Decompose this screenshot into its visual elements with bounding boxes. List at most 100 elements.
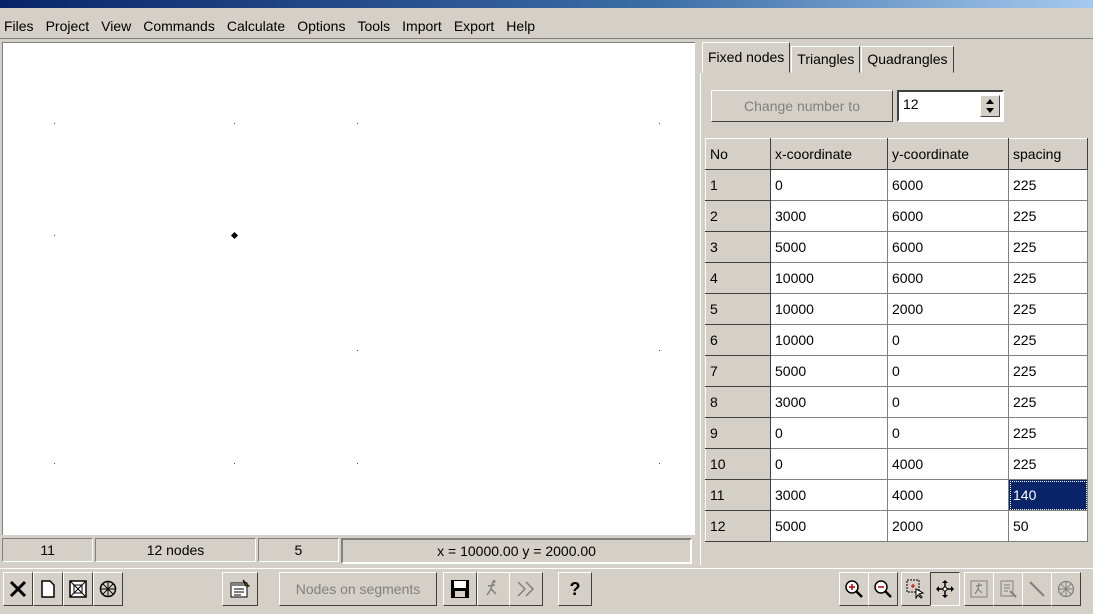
row-number: 3	[705, 231, 771, 263]
table-header-row: No x-coordinate y-coordinate spacing	[705, 138, 1088, 170]
row-number: 9	[705, 417, 771, 449]
cell-y[interactable]: 2000	[887, 510, 1009, 542]
cell-y[interactable]: 0	[887, 386, 1009, 418]
drawing-canvas[interactable]	[2, 42, 695, 535]
new-button[interactable]	[33, 572, 63, 606]
cell-y[interactable]: 0	[887, 355, 1009, 387]
run-button[interactable]	[477, 572, 511, 606]
help-button[interactable]: ?	[558, 572, 592, 606]
cell-x[interactable]: 5000	[770, 231, 888, 263]
cell-y[interactable]: 0	[887, 417, 1009, 449]
node-count-spinner[interactable]: 12	[897, 90, 1004, 122]
new-file-icon	[41, 580, 55, 598]
grid-button[interactable]	[63, 572, 93, 606]
cell-x[interactable]: 10000	[770, 324, 888, 356]
cell-spacing-selected[interactable]: 140	[1008, 479, 1088, 511]
row-number: 4	[705, 262, 771, 294]
next-button[interactable]	[509, 572, 543, 606]
cell-y[interactable]: 6000	[887, 231, 1009, 263]
export-tool-button[interactable]	[993, 572, 1023, 606]
grid-dot	[357, 350, 358, 351]
cell-y[interactable]: 6000	[887, 262, 1009, 294]
cell-x[interactable]: 3000	[770, 200, 888, 232]
nodes-on-segments-button[interactable]: Nodes on segments	[279, 572, 437, 606]
row-number: 8	[705, 386, 771, 418]
cell-spacing[interactable]: 225	[1008, 231, 1088, 263]
cell-x[interactable]: 3000	[770, 386, 888, 418]
cell-x[interactable]: 0	[770, 417, 888, 449]
grid-dot	[659, 463, 660, 464]
cell-y[interactable]: 4000	[887, 479, 1009, 511]
table-row: 11 3000 4000 140	[705, 479, 1088, 511]
cell-x[interactable]: 0	[770, 448, 888, 480]
selected-node-marker[interactable]	[230, 231, 239, 240]
column-header-no: No	[705, 138, 771, 170]
cell-x[interactable]: 5000	[770, 355, 888, 387]
wheel-button[interactable]	[93, 572, 123, 606]
status-coordinates: x = 10000.00 y = 2000.00	[341, 538, 692, 564]
row-number: 2	[705, 200, 771, 232]
move-arrows-icon	[936, 580, 954, 598]
properties-icon	[230, 579, 251, 598]
save-button[interactable]	[443, 572, 477, 606]
tab-triangles[interactable]: Triangles	[791, 46, 861, 73]
row-number: 7	[705, 355, 771, 387]
cell-spacing[interactable]: 225	[1008, 417, 1088, 449]
figure-tool-button[interactable]	[964, 572, 994, 606]
cell-y[interactable]: 6000	[887, 169, 1009, 201]
cell-y[interactable]: 0	[887, 324, 1009, 356]
cell-spacing[interactable]: 225	[1008, 324, 1088, 356]
menu-help[interactable]: Help	[500, 18, 541, 34]
cell-y[interactable]: 4000	[887, 448, 1009, 480]
zoom-in-icon	[845, 580, 863, 598]
properties-button[interactable]	[222, 572, 258, 606]
pan-button[interactable]	[930, 572, 960, 606]
change-number-button[interactable]: Change number to	[711, 90, 893, 122]
select-cursor-icon	[906, 579, 925, 599]
menu-files[interactable]: Files	[0, 18, 40, 34]
menu-tools[interactable]: Tools	[351, 18, 396, 34]
column-header-spacing: spacing	[1008, 138, 1088, 170]
cell-spacing[interactable]: 50	[1008, 510, 1088, 542]
save-icon	[451, 580, 469, 598]
cell-spacing[interactable]: 225	[1008, 448, 1088, 480]
table-row: 4 10000 6000 225	[705, 262, 1088, 294]
mesh-tool-button[interactable]	[1051, 572, 1081, 606]
cell-spacing[interactable]: 225	[1008, 386, 1088, 418]
cell-spacing[interactable]: 225	[1008, 169, 1088, 201]
cell-x[interactable]: 5000	[770, 510, 888, 542]
zoom-in-button[interactable]	[839, 572, 869, 606]
menu-calculate[interactable]: Calculate	[221, 18, 291, 34]
menu-options[interactable]: Options	[291, 18, 351, 34]
menu-project[interactable]: Project	[40, 18, 96, 34]
table-row: 12 5000 2000 50	[705, 510, 1088, 542]
pencil-disabled-icon	[1029, 581, 1045, 597]
cell-y[interactable]: 6000	[887, 200, 1009, 232]
menu-view[interactable]: View	[95, 18, 137, 34]
line-tool-button[interactable]	[1022, 572, 1052, 606]
cell-spacing[interactable]: 225	[1008, 293, 1088, 325]
cell-spacing[interactable]: 225	[1008, 262, 1088, 294]
cell-x[interactable]: 3000	[770, 479, 888, 511]
table-row: 8 3000 0 225	[705, 386, 1088, 418]
cell-spacing[interactable]: 225	[1008, 355, 1088, 387]
cell-spacing[interactable]: 225	[1008, 200, 1088, 232]
select-node-button[interactable]	[901, 572, 931, 606]
zoom-out-button[interactable]	[868, 572, 898, 606]
menu-export[interactable]: Export	[448, 18, 500, 34]
row-number: 5	[705, 293, 771, 325]
table-row: 9 0 0 225	[705, 417, 1088, 449]
cell-x[interactable]: 0	[770, 169, 888, 201]
grid-dot	[357, 123, 358, 124]
delete-button[interactable]	[3, 572, 33, 606]
cell-x[interactable]: 10000	[770, 293, 888, 325]
tab-fixed-nodes[interactable]: Fixed nodes	[702, 42, 791, 73]
spinner-arrows-icon[interactable]	[980, 95, 1000, 117]
grid-dot	[234, 123, 235, 124]
tab-quadrangles[interactable]: Quadrangles	[861, 46, 954, 73]
cell-x[interactable]: 10000	[770, 262, 888, 294]
grid-dot	[54, 463, 55, 464]
cell-y[interactable]: 2000	[887, 293, 1009, 325]
menu-commands[interactable]: Commands	[137, 18, 221, 34]
menu-import[interactable]: Import	[396, 18, 448, 34]
